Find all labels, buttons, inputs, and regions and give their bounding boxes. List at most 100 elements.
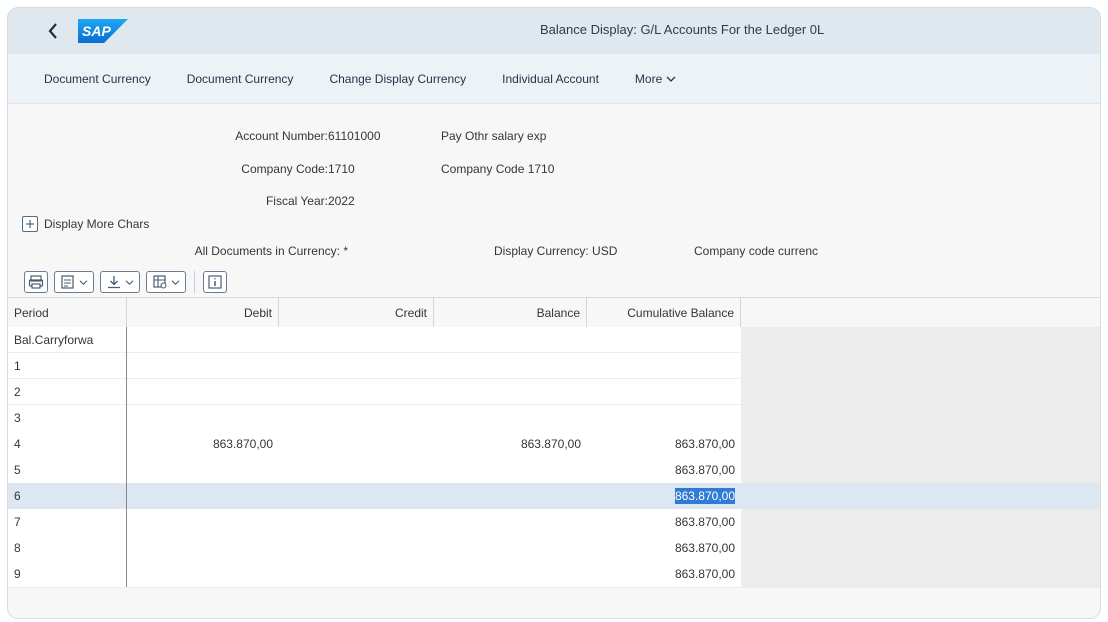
more-menu-button[interactable]: More [635, 72, 676, 86]
column-header-filler [741, 298, 1100, 328]
cell-cumulative-balance[interactable]: 863.870,00 [587, 509, 741, 535]
column-header-period[interactable]: Period [8, 298, 127, 328]
cell-debit[interactable] [127, 327, 279, 353]
back-button[interactable] [36, 14, 70, 48]
cell-period[interactable]: 9 [8, 561, 127, 587]
cell-cumulative-balance[interactable]: 863.870,00 [587, 483, 741, 509]
column-header-cumulative-balance[interactable]: Cumulative Balance [587, 298, 741, 328]
shell-bar: SAP Balance Display: G/L Accounts For th… [8, 8, 1100, 54]
info-icon [208, 275, 222, 289]
cell-cumulative-balance[interactable]: 863.870,00 [587, 535, 741, 561]
cell-credit[interactable] [279, 561, 434, 587]
individual-account-button[interactable]: Individual Account [502, 72, 599, 86]
row-filler [741, 379, 1100, 405]
cell-period[interactable]: 6 [8, 483, 127, 509]
cell-balance[interactable] [434, 353, 587, 379]
display-more-chars-button[interactable]: Display More Chars [22, 216, 149, 232]
info-button[interactable] [203, 271, 227, 293]
account-number-label: Account Number: [235, 129, 328, 143]
chevron-down-icon [666, 76, 676, 82]
cell-credit[interactable] [279, 327, 434, 353]
cell-debit[interactable] [127, 405, 279, 431]
table-row[interactable]: 6 863.870,00 [8, 483, 1100, 509]
cell-balance[interactable] [434, 327, 587, 353]
cell-debit[interactable] [127, 509, 279, 535]
export-icon [108, 276, 120, 289]
print-button[interactable] [24, 271, 48, 293]
cell-balance[interactable] [434, 405, 587, 431]
table-row[interactable]: 3 [8, 405, 1100, 431]
row-filler [741, 327, 1100, 353]
cell-cumulative-balance[interactable] [587, 327, 741, 353]
sap-logo[interactable]: SAP [78, 19, 128, 43]
print-icon [28, 275, 44, 289]
cell-credit[interactable] [279, 483, 434, 509]
cell-cumulative-balance[interactable]: 863.870,00 [587, 457, 741, 483]
cell-balance[interactable] [434, 379, 587, 405]
cell-debit[interactable] [127, 379, 279, 405]
app-toolbar: Document Currency Document Currency Chan… [8, 54, 1100, 104]
table-row[interactable]: 8 863.870,00 [8, 535, 1100, 561]
column-header-balance[interactable]: Balance [434, 298, 587, 328]
cell-balance[interactable] [434, 457, 587, 483]
table-row[interactable]: 1 [8, 353, 1100, 379]
cell-cumulative-balance[interactable] [587, 379, 741, 405]
cell-debit[interactable] [127, 353, 279, 379]
cell-debit[interactable] [127, 483, 279, 509]
cell-credit[interactable] [279, 353, 434, 379]
cell-period[interactable]: 4 [8, 431, 127, 457]
cell-debit[interactable] [127, 457, 279, 483]
layout-icon [61, 275, 74, 289]
table-row[interactable]: Bal.Carryforwa [8, 327, 1100, 353]
cell-period[interactable]: Bal.Carryforwa [8, 327, 127, 353]
cell-cumulative-balance[interactable] [587, 405, 741, 431]
cell-balance[interactable] [434, 535, 587, 561]
table-row[interactable]: 5 863.870,00 [8, 457, 1100, 483]
fiscal-year-label: Fiscal Year: [265, 194, 328, 208]
cell-balance[interactable] [434, 483, 587, 509]
document-currency-button-2[interactable]: Document Currency [187, 72, 294, 86]
table-row[interactable]: 2 [8, 379, 1100, 405]
row-filler [741, 431, 1100, 457]
all-documents-label: All Documents in Currency: * [195, 244, 348, 258]
table-row[interactable]: 7 863.870,00 [8, 509, 1100, 535]
header-fields: Account Number: 61101000 Pay Othr salary… [8, 104, 1100, 267]
table-row[interactable]: 9 863.870,00 [8, 561, 1100, 587]
cell-period[interactable]: 7 [8, 509, 127, 535]
cell-balance[interactable]: 863.870,00 [434, 431, 587, 457]
chevron-down-icon [125, 279, 134, 285]
expand-box-icon [22, 216, 38, 232]
cell-balance[interactable] [434, 561, 587, 587]
cell-period[interactable]: 8 [8, 535, 127, 561]
cell-credit[interactable] [279, 379, 434, 405]
view-menu-button[interactable] [146, 271, 186, 293]
column-header-debit[interactable]: Debit [127, 298, 279, 328]
cell-debit[interactable] [127, 535, 279, 561]
column-header-credit[interactable]: Credit [279, 298, 434, 328]
cell-cumulative-balance[interactable]: 863.870,00 [587, 561, 741, 587]
page-title: Balance Display: G/L Accounts For the Le… [540, 22, 825, 37]
cell-period[interactable]: 5 [8, 457, 127, 483]
cell-credit[interactable] [279, 535, 434, 561]
company-code-description: Company Code 1710 [441, 162, 555, 176]
cell-debit[interactable]: 863.870,00 [127, 431, 279, 457]
row-filler [741, 405, 1100, 431]
cell-credit[interactable] [279, 431, 434, 457]
cell-period[interactable]: 2 [8, 379, 127, 405]
sap-logo-icon: SAP [78, 19, 128, 43]
change-display-currency-button[interactable]: Change Display Currency [329, 72, 466, 86]
export-menu-button[interactable] [100, 271, 140, 293]
cell-cumulative-balance[interactable] [587, 353, 741, 379]
cell-period[interactable]: 1 [8, 353, 127, 379]
cell-credit[interactable] [279, 405, 434, 431]
cell-credit[interactable] [279, 509, 434, 535]
document-currency-button-1[interactable]: Document Currency [44, 72, 151, 86]
cell-balance[interactable] [434, 509, 587, 535]
cell-credit[interactable] [279, 457, 434, 483]
table-row[interactable]: 4 863.870,00 863.870,00 863.870,00 [8, 431, 1100, 457]
layout-menu-button[interactable] [54, 271, 94, 293]
cell-period[interactable]: 3 [8, 405, 127, 431]
cell-cumulative-balance[interactable]: 863.870,00 [587, 431, 741, 457]
svg-text:SAP: SAP [82, 23, 111, 39]
cell-debit[interactable] [127, 561, 279, 587]
